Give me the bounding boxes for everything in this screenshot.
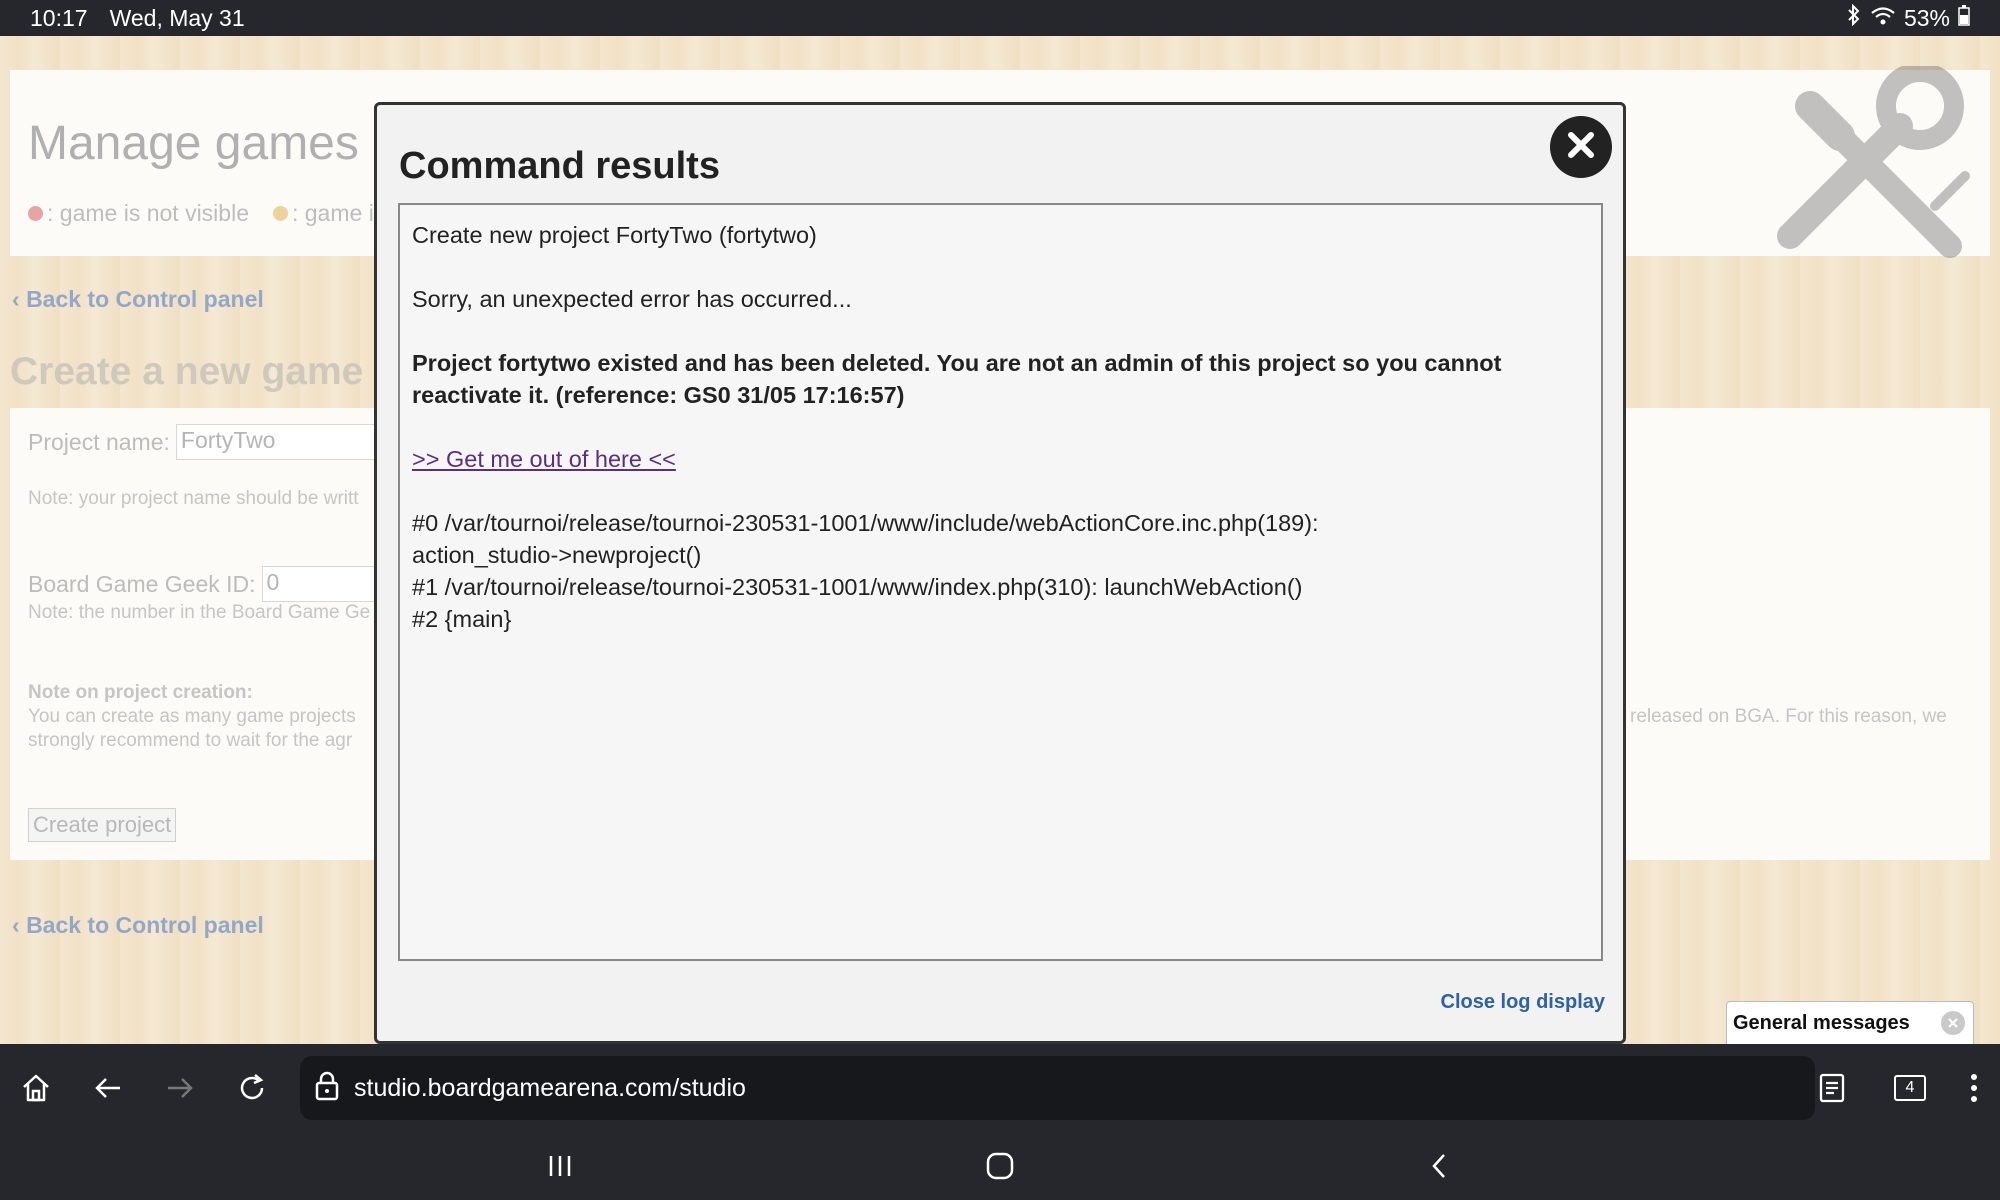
status-icons: 53% — [1846, 3, 1970, 32]
close-dialog-button[interactable] — [1550, 116, 1612, 178]
reload-button[interactable] — [230, 1066, 274, 1110]
stack-trace-line: #2 {main} — [412, 606, 512, 632]
project-name-note: Note: your project name should be writt — [28, 488, 359, 509]
lock-icon — [314, 1070, 340, 1107]
address-bar[interactable]: studio.boardgamearena.com/studio — [300, 1056, 1815, 1120]
forward-button[interactable] — [158, 1066, 202, 1110]
legend-game: : game i — [291, 200, 374, 226]
dialog-title: Command results — [399, 145, 720, 187]
stack-trace-line: #0 /var/tournoi/release/tournoi-230531-1… — [412, 510, 1319, 536]
creation-note-title: Note on project creation: — [28, 682, 253, 703]
back-button[interactable] — [86, 1066, 130, 1110]
url-text: studio.boardgamearena.com/studio — [354, 1073, 746, 1102]
more-vert-icon — [1971, 1074, 1977, 1102]
tabs-button[interactable]: 4 — [1888, 1066, 1932, 1110]
page-title: Manage games — [28, 117, 359, 170]
chevron-left-icon — [1432, 1154, 1445, 1178]
log-line: Sorry, an unexpected error has occurred.… — [412, 286, 852, 312]
creation-note-line1: You can create as many game projects — [28, 706, 356, 727]
bluetooth-icon — [1846, 3, 1862, 32]
back-arrow-icon — [95, 1078, 120, 1098]
home-nav-button[interactable] — [978, 1144, 1022, 1188]
close-icon — [1566, 130, 1596, 165]
yellow-dot-icon — [272, 206, 288, 221]
command-results-dialog: Command results Create new project Forty… — [374, 102, 1626, 1044]
project-name-input[interactable]: FortyTwo — [175, 424, 396, 460]
reload-icon — [240, 1074, 264, 1100]
project-name-label: Project name: — [28, 428, 170, 455]
more-options-button[interactable] — [1952, 1066, 1996, 1110]
create-project-button[interactable]: Create project — [28, 808, 177, 842]
home-icon — [23, 1074, 49, 1102]
reader-mode-button[interactable] — [1810, 1066, 1854, 1110]
stack-trace-line: #1 /var/tournoi/release/tournoi-230531-1… — [412, 574, 1303, 600]
log-output: Create new project FortyTwo (fortytwo) S… — [398, 203, 1603, 961]
creation-note-right: released on BGA. For this reason, we — [1630, 706, 1947, 727]
home-button[interactable] — [14, 1066, 58, 1110]
chevron-left-icon: ‹ — [12, 286, 20, 312]
recent-apps-icon — [549, 1156, 571, 1176]
legend-not-visible: : game is not visible — [47, 200, 249, 226]
creation-note-line2: strongly recommend to wait for the agr — [28, 730, 353, 751]
browser-toolbar: studio.boardgamearena.com/studio 4 — [0, 1044, 2000, 1132]
stack-trace-line: action_studio->newproject() — [412, 542, 702, 568]
battery-icon — [1958, 4, 1970, 32]
battery-level: 53% — [1903, 4, 1950, 31]
system-navigation-bar — [0, 1132, 2000, 1200]
date: Wed, May 31 — [109, 4, 245, 31]
get-me-out-link[interactable]: >> Get me out of here << — [412, 446, 676, 472]
back-nav-button[interactable] — [1418, 1144, 1462, 1188]
wifi-icon — [1870, 5, 1896, 32]
back-to-control-panel-link[interactable]: ‹ Back to Control panel — [12, 286, 264, 313]
reader-mode-icon — [1819, 1073, 1845, 1103]
chevron-left-icon: ‹ — [12, 912, 20, 938]
wrench-icon — [1760, 62, 1990, 276]
general-messages-label: General messages — [1733, 1011, 1910, 1034]
back-to-control-panel-link-bottom[interactable]: ‹ Back to Control panel — [12, 912, 264, 939]
recent-apps-button[interactable] — [538, 1144, 582, 1188]
close-log-display-link[interactable]: Close log display — [1441, 991, 1605, 1014]
log-line: Create new project FortyTwo (fortytwo) — [412, 222, 817, 248]
create-game-title: Create a new game — [10, 350, 364, 393]
circle-home-icon — [986, 1152, 1014, 1180]
tabs-icon: 4 — [1894, 1075, 1926, 1101]
error-message: Project fortytwo existed and has been de… — [412, 350, 1502, 408]
general-messages-tab[interactable]: General messages — [1726, 1001, 1974, 1045]
bgg-id-note: Note: the number in the Board Game Ge — [28, 602, 371, 623]
forward-arrow-icon — [168, 1078, 193, 1098]
red-dot-icon — [28, 206, 43, 221]
bgg-id-label: Board Game Geek ID: — [28, 570, 256, 597]
project-name-row: Project name: FortyTwo — [28, 424, 396, 460]
visibility-legend: : game is not visible : game i — [28, 200, 374, 227]
tab-count: 4 — [1905, 1079, 1915, 1096]
status-bar: 10:17 Wed, May 31 53% — [0, 0, 2000, 36]
clock: 10:17 — [30, 4, 88, 31]
close-icon[interactable] — [1941, 1011, 1965, 1035]
